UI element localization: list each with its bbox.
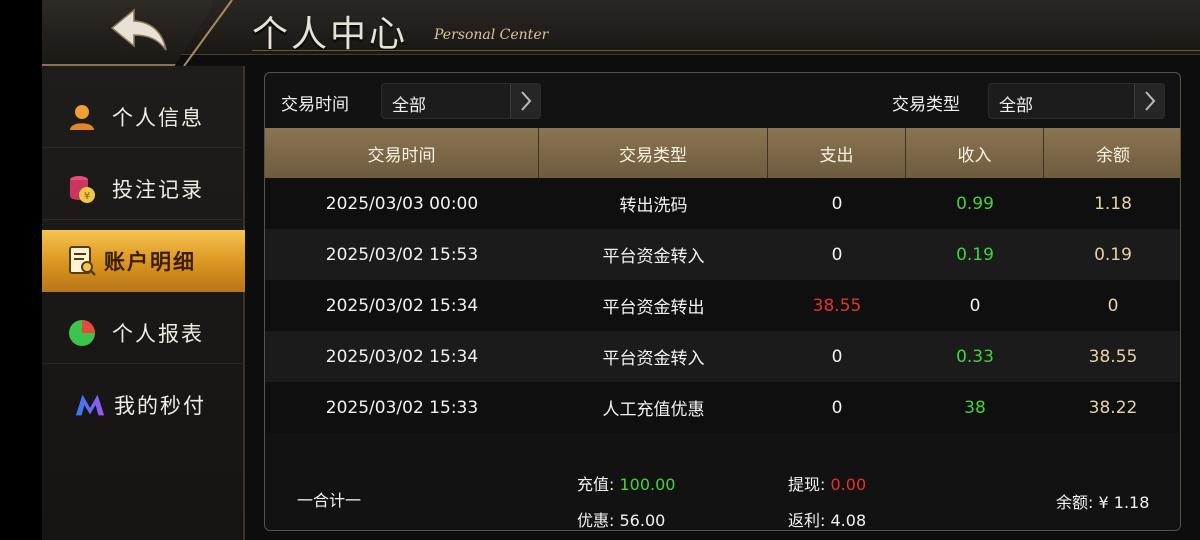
back-button[interactable] bbox=[108, 6, 172, 54]
cell-time: 2025/03/02 15:34 bbox=[325, 346, 479, 367]
rebate-value: 4.08 bbox=[830, 511, 867, 530]
table-row: 2025/03/02 15:53 平台资金转入 0 0.19 0.19 bbox=[265, 229, 1180, 280]
cell-income: 0.99 bbox=[956, 193, 994, 214]
coins-icon: ¥ bbox=[66, 173, 98, 205]
sidebar-item-label: 个人信息 bbox=[112, 105, 204, 130]
recharge-label: 充值: bbox=[577, 475, 615, 494]
cell-balance: 0 bbox=[1107, 295, 1119, 316]
cell-time: 2025/03/02 15:53 bbox=[325, 244, 479, 265]
sidebar-item-account-details[interactable]: 账户明细 bbox=[42, 230, 245, 292]
sidebar-item-label: 投注记录 bbox=[112, 177, 204, 202]
back-arrow-icon bbox=[110, 8, 167, 51]
column-header-time: 交易时间 bbox=[265, 128, 539, 178]
balance-value: ¥ 1.18 bbox=[1098, 493, 1150, 512]
table-row: 2025/03/02 15:33 人工充值优惠 0 38 38.22 bbox=[265, 382, 1180, 433]
top-header: 个人中心 Personal Center bbox=[42, 0, 1200, 66]
cell-income: 0.33 bbox=[956, 346, 994, 367]
column-header-balance: 余额 bbox=[1096, 145, 1130, 166]
cell-balance: 0.19 bbox=[1094, 244, 1132, 265]
balance-label: 余额: bbox=[1056, 493, 1094, 512]
recharge-value: 100.00 bbox=[619, 475, 676, 494]
cell-expense: 0 bbox=[831, 244, 843, 265]
cell-time: 2025/03/02 15:34 bbox=[325, 295, 479, 316]
column-header-type: 交易类型 bbox=[539, 128, 768, 178]
chevron-right-icon bbox=[510, 84, 540, 118]
summary-footer: 一合计一 充值: 100.00 优惠: 56.00 提现: 0.00 返利: 4… bbox=[265, 433, 1180, 530]
cell-expense: 0 bbox=[831, 193, 843, 214]
cell-type: 人工充值优惠 bbox=[602, 400, 705, 420]
type-filter-select[interactable]: 全部 bbox=[988, 83, 1165, 119]
cell-income: 0.19 bbox=[956, 244, 994, 265]
header-divider bbox=[183, 0, 233, 66]
statement-search-icon bbox=[66, 245, 98, 277]
rebate-summary: 返利: 4.08 bbox=[788, 507, 867, 530]
sidebar-item-label: 我的秒付 bbox=[114, 394, 206, 418]
screen-edge bbox=[0, 0, 42, 540]
filter-bar: 交易时间 全部 交易类型 全部 bbox=[265, 73, 1180, 128]
sidebar-item-instant-pay[interactable]: 我的秒付 bbox=[42, 374, 245, 436]
sidebar-item-label: 个人报表 bbox=[112, 321, 204, 346]
cell-time: 2025/03/02 15:33 bbox=[325, 397, 479, 418]
total-label: 一合计一 bbox=[297, 491, 362, 510]
cell-expense: 0 bbox=[831, 397, 843, 418]
bonus-summary: 优惠: 56.00 bbox=[577, 507, 666, 530]
user-icon bbox=[66, 101, 98, 133]
cell-expense: 0 bbox=[831, 346, 843, 367]
time-filter-select[interactable]: 全部 bbox=[381, 83, 541, 119]
withdraw-label: 提现: bbox=[788, 475, 826, 494]
page-subtitle: Personal Center bbox=[434, 27, 549, 43]
bonus-label: 优惠: bbox=[577, 511, 615, 530]
sidebar: 个人信息 ¥ 投注记录 账户明细 个人报表 我的秒付 bbox=[42, 66, 245, 540]
cell-balance: 38.22 bbox=[1088, 397, 1138, 418]
sidebar-item-personal-report[interactable]: 个人报表 bbox=[42, 302, 245, 364]
time-filter-label: 交易时间 bbox=[281, 95, 349, 115]
cell-type: 平台资金转出 bbox=[602, 298, 705, 318]
table-header: 交易时间 交易类型 支出 收入 余额 bbox=[265, 128, 1180, 178]
type-filter-label: 交易类型 bbox=[892, 95, 960, 115]
pie-chart-icon bbox=[66, 317, 98, 349]
cell-time: 2025/03/03 00:00 bbox=[325, 193, 479, 214]
cell-balance: 38.55 bbox=[1088, 346, 1138, 367]
cell-income: 38 bbox=[964, 397, 986, 418]
cell-type: 平台资金转入 bbox=[602, 349, 705, 369]
column-header-income: 收入 bbox=[906, 128, 1044, 178]
recharge-summary: 充值: 100.00 bbox=[577, 471, 675, 495]
cell-balance: 1.18 bbox=[1094, 193, 1132, 214]
app-root: 个人中心 Personal Center 个人信息 ¥ 投注记录 账户明细 个人… bbox=[0, 0, 1200, 540]
chevron-right-icon bbox=[1134, 84, 1164, 118]
header-rule bbox=[252, 50, 1200, 51]
table-row: 2025/03/02 15:34 平台资金转入 0 0.33 38.55 bbox=[265, 331, 1180, 382]
withdraw-summary: 提现: 0.00 bbox=[788, 471, 866, 495]
time-filter-value: 全部 bbox=[392, 96, 426, 116]
svg-text:¥: ¥ bbox=[84, 191, 90, 202]
withdraw-value: 0.00 bbox=[830, 475, 867, 494]
cell-income: 0 bbox=[969, 295, 981, 316]
cell-type: 平台资金转入 bbox=[602, 247, 705, 267]
cell-expense: 38.55 bbox=[812, 295, 862, 316]
table-row: 2025/03/03 00:00 转出洗码 0 0.99 1.18 bbox=[265, 178, 1180, 229]
rebate-label: 返利: bbox=[788, 511, 826, 530]
cell-type: 转出洗码 bbox=[619, 196, 688, 216]
sidebar-item-personal-info[interactable]: 个人信息 bbox=[42, 86, 245, 148]
column-header-expense: 支出 bbox=[768, 128, 906, 178]
account-details-panel: 交易时间 全部 交易类型 全部 交易时间 交易类型 支出 收入 余额 2025/… bbox=[264, 72, 1181, 531]
table-row: 2025/03/02 15:34 平台资金转出 38.55 0 0 bbox=[265, 280, 1180, 331]
sidebar-item-label: 账户明细 bbox=[104, 250, 196, 274]
bonus-value: 56.00 bbox=[619, 511, 666, 530]
m-logo-icon bbox=[74, 389, 106, 421]
type-filter-value: 全部 bbox=[999, 96, 1033, 116]
sidebar-item-bet-records[interactable]: ¥ 投注记录 bbox=[42, 158, 245, 220]
balance-summary: 余额: ¥ 1.18 bbox=[1056, 489, 1149, 513]
